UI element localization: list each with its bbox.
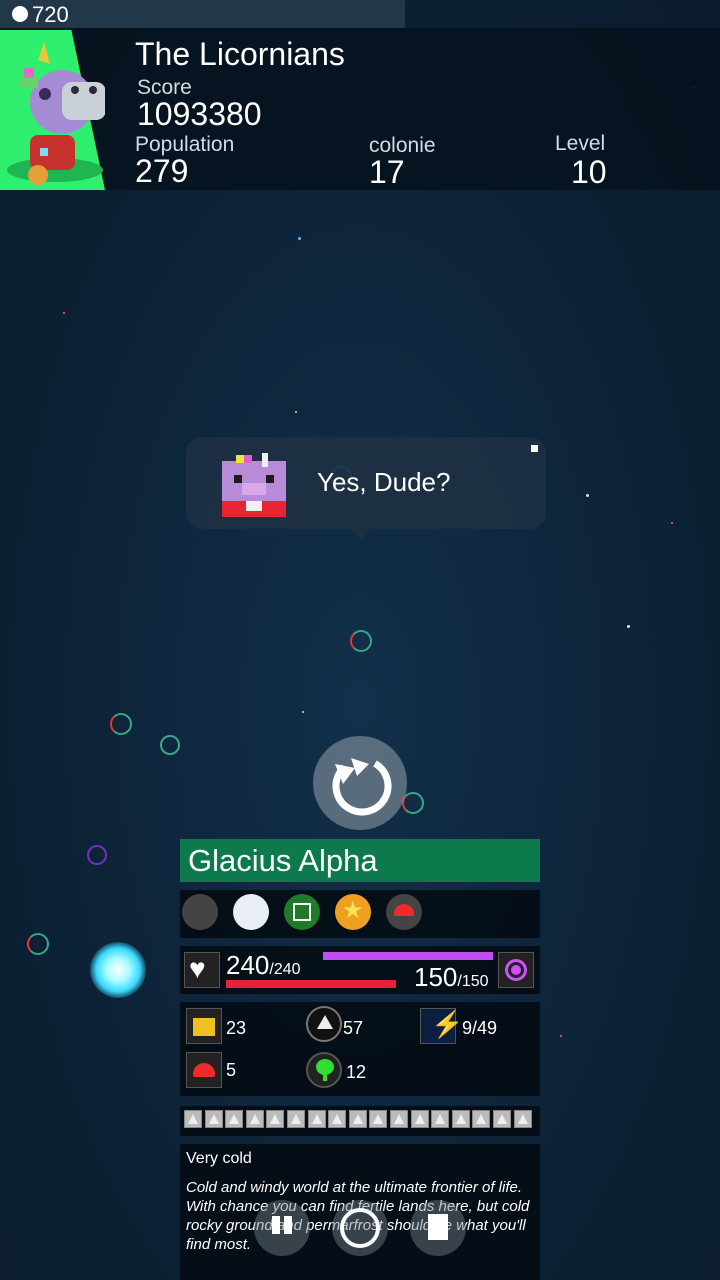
terrain-slot bbox=[225, 1110, 244, 1128]
planet-marker[interactable] bbox=[27, 933, 49, 955]
planet-name: Glacius Alpha bbox=[188, 843, 378, 878]
energy-orb-icon bbox=[498, 952, 534, 988]
planet-view-button[interactable] bbox=[332, 1200, 388, 1256]
domes-count: 5 bbox=[226, 1060, 237, 1080]
health-bar bbox=[226, 980, 396, 988]
document-icon bbox=[428, 1214, 448, 1240]
lightning-icon: ⚡ bbox=[420, 1008, 463, 1044]
close-icon[interactable] bbox=[531, 445, 538, 452]
level-value: 10 bbox=[571, 154, 607, 190]
unicorn-avatar-icon bbox=[7, 42, 105, 185]
ships-count: 57 bbox=[343, 1018, 364, 1038]
energy-current: 150 bbox=[414, 962, 458, 992]
civilization-name: The Licornians bbox=[135, 36, 345, 72]
colonies-value: 17 bbox=[369, 154, 405, 190]
energy-bar bbox=[323, 952, 493, 960]
buildings-button[interactable] bbox=[254, 1200, 310, 1256]
coin-icon bbox=[12, 6, 28, 22]
trees-count: 12 bbox=[346, 1062, 367, 1082]
heart-icon: ♥ bbox=[184, 952, 220, 988]
civilization-header bbox=[0, 28, 720, 190]
planet-marker[interactable] bbox=[350, 630, 372, 652]
terrain-slot bbox=[307, 1110, 326, 1128]
dome-trait-icon[interactable] bbox=[386, 894, 422, 930]
terrain-slot bbox=[513, 1110, 532, 1128]
dome-icon bbox=[186, 1052, 222, 1088]
rewind-icon bbox=[332, 756, 392, 816]
info-button[interactable] bbox=[410, 1200, 466, 1256]
vitals-row: ♥ 240/240 150/150 bbox=[180, 946, 540, 994]
planet-marker[interactable] bbox=[110, 713, 132, 735]
terrain-slot bbox=[390, 1110, 408, 1128]
globe-icon bbox=[340, 1208, 380, 1248]
planet-traits-row: ★ bbox=[180, 890, 540, 938]
terrain-slot bbox=[328, 1110, 347, 1128]
health-current: 240 bbox=[226, 950, 270, 980]
planet-marker[interactable] bbox=[87, 845, 107, 865]
ship-icon bbox=[306, 1006, 342, 1042]
tree-icon bbox=[306, 1052, 342, 1088]
energy-max: /150 bbox=[457, 973, 489, 990]
terrain-slot bbox=[431, 1110, 450, 1128]
level-label: Level bbox=[555, 132, 606, 155]
terrain-slot bbox=[184, 1110, 202, 1128]
bright-star[interactable] bbox=[90, 942, 146, 998]
terrain-slot bbox=[451, 1110, 470, 1128]
blocks-trait-icon[interactable] bbox=[284, 894, 320, 930]
terrain-slot bbox=[410, 1110, 429, 1128]
buildings-count: 23 bbox=[226, 1018, 247, 1038]
population-value: 279 bbox=[135, 153, 189, 189]
slots-row bbox=[180, 1106, 540, 1136]
climate-title: Very cold bbox=[186, 1150, 252, 1167]
star-trait-icon[interactable]: ★ bbox=[335, 894, 371, 930]
grid-trait-icon[interactable] bbox=[182, 894, 218, 930]
terrain-slot bbox=[287, 1110, 305, 1128]
speech-bubble[interactable]: Yes, Dude? bbox=[186, 437, 546, 541]
terrain-slot bbox=[245, 1110, 264, 1128]
coin-value: 720 bbox=[32, 2, 69, 27]
avatar[interactable] bbox=[0, 30, 105, 190]
resources-row: 23 57 ⚡ 9/49 5 12 bbox=[180, 1002, 540, 1096]
coin-counter: 720 bbox=[0, 0, 405, 28]
energy-count: 9/49 bbox=[462, 1018, 498, 1038]
rewind-button[interactable] bbox=[313, 736, 407, 830]
terrain-slot bbox=[472, 1110, 491, 1128]
unicorn-face-icon bbox=[222, 453, 286, 517]
terrain-slot bbox=[204, 1110, 223, 1128]
terrain-slot bbox=[493, 1110, 511, 1128]
planet-name-bar: Glacius Alpha bbox=[180, 839, 540, 882]
building-icon bbox=[186, 1008, 222, 1044]
terrain-slot bbox=[348, 1110, 367, 1128]
score-value: 1093380 bbox=[137, 96, 262, 132]
planet-marker[interactable] bbox=[160, 735, 180, 755]
health-max: /240 bbox=[269, 961, 301, 978]
bubble-text: Yes, Dude? bbox=[317, 467, 451, 497]
terrain-slot bbox=[266, 1110, 285, 1128]
terrain-slot bbox=[369, 1110, 388, 1128]
ice-trait-icon[interactable] bbox=[233, 894, 269, 930]
